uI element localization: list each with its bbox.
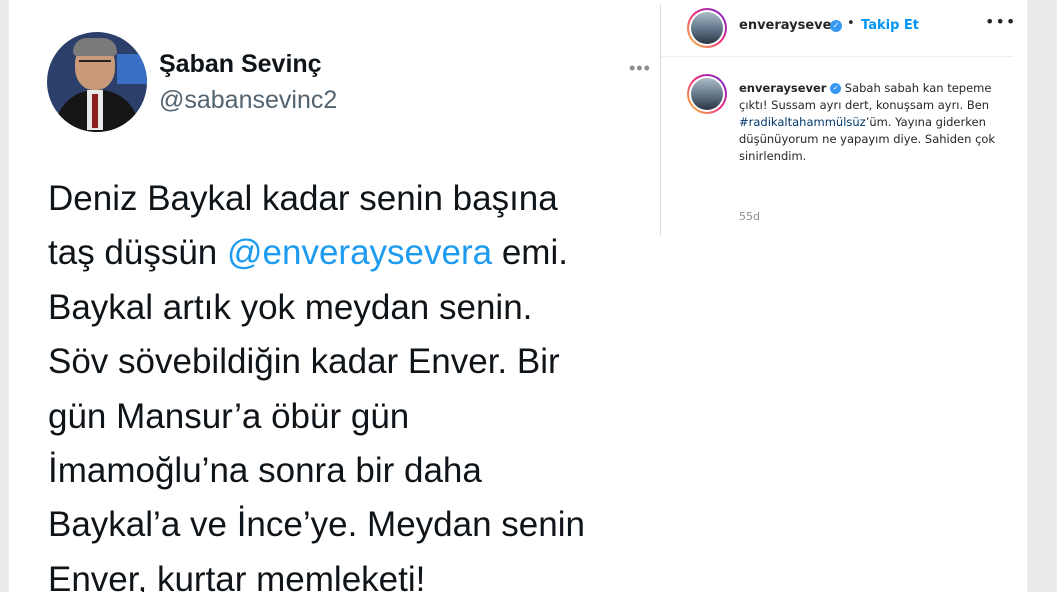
profile-photo: [691, 78, 723, 110]
follow-button[interactable]: Takip Et: [861, 18, 919, 33]
tweet-author-name[interactable]: Şaban Sevinç: [159, 50, 322, 79]
tweet-line: İmamoğlu’na sonra bir daha: [48, 451, 482, 491]
avatar-hair: [73, 38, 117, 56]
instagram-post-panel: enveraysever ✓ • Takip Et ••• enveraysev…: [660, 0, 1027, 592]
tweet-line: Baykal artık yok meydan senin.: [48, 287, 533, 327]
instagram-more-icon[interactable]: •••: [985, 12, 1016, 31]
verified-badge-icon: ✓: [830, 83, 842, 94]
tweet-line: gün Mansur’a öbür gün: [48, 396, 410, 436]
instagram-header-avatar[interactable]: [687, 8, 727, 48]
caption-hashtag-link[interactable]: #radikaltahammülsüz: [739, 115, 866, 129]
tweet-line: Deniz Baykal kadar senin başına: [48, 179, 558, 218]
post-time-ago[interactable]: 55d: [739, 210, 760, 223]
tweet-mention-link[interactable]: @enveraysevera: [227, 233, 492, 272]
tweet-card: Şaban Sevinç @sabansevinc2 ••• Deniz Bay…: [9, 0, 669, 592]
tweet-author-handle[interactable]: @sabansevinc2: [159, 86, 337, 115]
tweet-line: Enver, kurtar memleketi!: [48, 559, 426, 592]
tweet-line: Baykal’a ve İnce’ye. Meydan senin: [48, 505, 585, 545]
tweet-author-avatar[interactable]: [47, 32, 147, 132]
avatar-background-screen: [117, 54, 147, 84]
profile-photo: [691, 12, 723, 44]
tweet-line: taş düşsün @enveraysevera emi.: [48, 233, 568, 273]
tweet-line: Söv sövebildiğin kadar Enver. Bir: [48, 342, 560, 382]
header-divider: [661, 56, 1013, 57]
avatar-glasses: [79, 60, 111, 66]
avatar-tie: [92, 94, 98, 128]
tweet-more-icon[interactable]: •••: [629, 58, 651, 79]
instagram-username[interactable]: enveraysever: [739, 18, 838, 33]
separator-dot: •: [847, 16, 855, 31]
tweet-text: Deniz Baykal kadar senin başına taş düşs…: [48, 172, 663, 592]
screenshot-sheet: Şaban Sevinç @sabansevinc2 ••• Deniz Bay…: [9, 0, 1027, 592]
verified-badge-icon: ✓: [830, 20, 842, 32]
caption-username[interactable]: enveraysever: [739, 81, 826, 95]
instagram-caption-avatar[interactable]: [687, 74, 727, 114]
instagram-caption: enveraysever ✓ Sabah sabah kan tepeme çı…: [739, 80, 999, 165]
panel-divider: [660, 4, 661, 236]
